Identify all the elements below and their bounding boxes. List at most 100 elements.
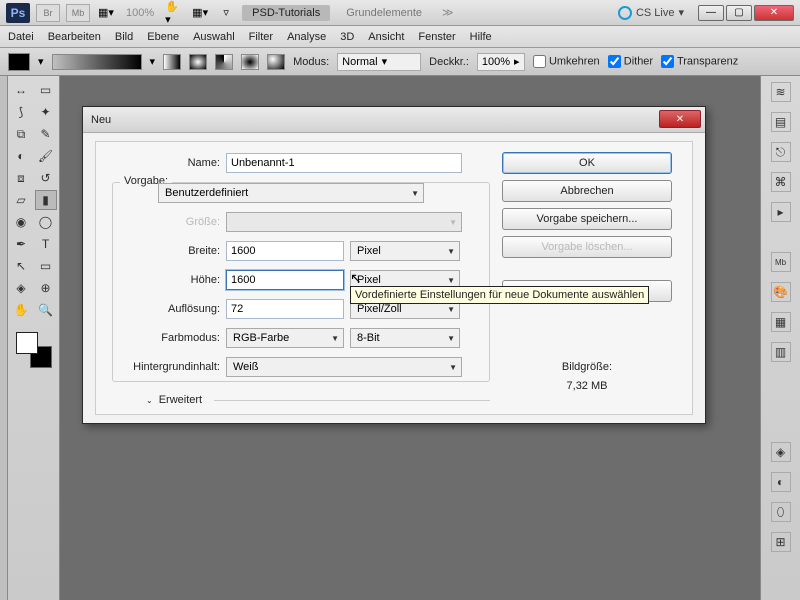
swatches-panel-icon[interactable]: ▦ [771,312,791,332]
close-button[interactable]: ✕ [754,5,794,21]
resolution-field[interactable] [226,299,344,319]
cs-live-button[interactable]: CS Live ▾ [618,6,684,20]
foreground-background-swatch[interactable] [16,332,52,368]
mb-panel-icon[interactable]: Mb [771,252,791,272]
chevron-right-icon[interactable]: ≫ [442,6,454,19]
dialog-close-button[interactable]: ✕ [659,110,701,128]
type-tool-icon[interactable]: T [35,234,57,254]
preset-select[interactable]: Benutzerdefiniert▼ [158,183,424,203]
paths-panel-icon[interactable]: ⬯ [771,502,791,522]
styles-panel-icon[interactable]: ▥ [771,342,791,362]
eraser-tool-icon[interactable]: ▱ [10,190,32,210]
diamond-gradient-icon[interactable] [267,54,285,70]
menu-auswahl[interactable]: Auswahl [193,31,235,43]
height-field[interactable] [226,270,344,290]
menu-bearbeiten[interactable]: Bearbeiten [48,31,101,43]
cancel-button[interactable]: Abbrechen [502,180,672,202]
adjustments-panel-icon[interactable]: ⊞ [771,532,791,552]
history-panel-icon[interactable]: ≋ [771,82,791,102]
photoshop-logo-icon: Ps [6,3,30,23]
minibridge-button[interactable]: Mb [66,4,90,22]
hand-icon[interactable]: ✋▾ [164,4,184,22]
menubar: Datei Bearbeiten Bild Ebene Auswahl Filt… [0,26,800,48]
workspace-tab[interactable]: Grundelemente [336,5,432,21]
move-tool-icon[interactable]: ↔ [10,80,32,100]
marquee-tool-icon[interactable]: ▭ [35,80,57,100]
brush-tool-icon[interactable]: 🖌 [35,146,57,166]
opacity-field[interactable]: 100%▸ [477,53,525,71]
minimize-button[interactable]: — [698,5,724,21]
magic-wand-tool-icon[interactable]: ✦ [35,102,57,122]
menu-filter[interactable]: Filter [249,31,273,43]
options-bar: ▾ ▾ Modus: Normal▾ Deckkr.: 100%▸ Umkehr… [0,48,800,76]
clone-stamp-tool-icon[interactable]: ⧈ [10,168,32,188]
save-preset-button[interactable]: Vorgabe speichern... [502,208,672,230]
blur-tool-icon[interactable]: ◉ [10,212,32,232]
angle-gradient-icon[interactable] [215,54,233,70]
width-label: Breite: [112,245,226,257]
ok-button[interactable]: OK [502,152,672,174]
menu-bild[interactable]: Bild [115,31,133,43]
name-field[interactable] [226,153,462,173]
background-label: Hintergrundinhalt: [112,361,226,373]
radial-gradient-icon[interactable] [189,54,207,70]
play-panel-icon[interactable]: ▸ [771,202,791,222]
linear-gradient-icon[interactable] [163,54,181,70]
zoom-level[interactable]: 100% [126,7,154,19]
reflected-gradient-icon[interactable] [241,54,259,70]
transparency-checkbox[interactable]: Transparenz [661,55,738,68]
shape-tool-icon[interactable]: ▭ [35,256,57,276]
bridge-button[interactable]: Br [36,4,60,22]
pen-tool-icon[interactable]: ✒ [10,234,32,254]
hand-tool-icon[interactable]: ✋ [10,300,32,320]
eyedropper-tool-icon[interactable]: ✎ [35,124,57,144]
3d-camera-tool-icon[interactable]: ⊕ [35,278,57,298]
colormode-select[interactable]: RGB-Farbe▼ [226,328,344,348]
advanced-toggle[interactable]: ⌄ Erweitert [146,394,490,406]
tool-preset-icon[interactable] [8,53,30,71]
menu-3d[interactable]: 3D [340,31,354,43]
menu-fenster[interactable]: Fenster [418,31,455,43]
reverse-checkbox[interactable]: Umkehren [533,55,600,68]
menu-datei[interactable]: Datei [8,31,34,43]
dialog-titlebar[interactable]: Neu ✕ [83,107,705,133]
clone-panel-icon[interactable]: ⌘ [771,172,791,192]
foreground-color[interactable] [16,332,38,354]
path-select-tool-icon[interactable]: ↖ [10,256,32,276]
brushes-panel-icon[interactable]: ⎋ [771,142,791,162]
extras-icon[interactable]: ▿ [216,4,236,22]
width-unit-select[interactable]: Pixel▼ [350,241,460,261]
tooltip: Vordefinierte Einstellungen für neue Dok… [350,286,649,304]
colordepth-select[interactable]: 8-Bit▼ [350,328,460,348]
zoom-tool-icon[interactable]: 🔍 [35,300,57,320]
blend-mode-select[interactable]: Normal▾ [337,53,421,71]
menu-ebene[interactable]: Ebene [147,31,179,43]
height-label: Höhe: [112,274,226,286]
gradient-preview[interactable] [52,54,142,70]
crop-tool-icon[interactable]: ⧉ [10,124,32,144]
collapse-handle[interactable] [0,76,8,600]
workspace-tab-active[interactable]: PSD-Tutorials [242,5,330,21]
history-brush-tool-icon[interactable]: ↺ [35,168,57,188]
actions-panel-icon[interactable]: ▤ [771,112,791,132]
healing-brush-tool-icon[interactable]: ◐ [10,146,32,166]
background-select[interactable]: Weiß▼ [226,357,462,377]
gradient-tool-icon[interactable]: ▮ [35,190,57,210]
dither-checkbox[interactable]: Dither [608,55,653,68]
menu-analyse[interactable]: Analyse [287,31,326,43]
maximize-button[interactable]: ▢ [726,5,752,21]
channels-panel-icon[interactable]: ◐ [771,472,791,492]
dialog-title: Neu [91,114,111,126]
chevron-down-icon: ⌄ [146,396,153,405]
layers-panel-icon[interactable]: ◈ [771,442,791,462]
width-field[interactable] [226,241,344,261]
colormode-label: Farbmodus: [112,332,226,344]
menu-ansicht[interactable]: Ansicht [368,31,404,43]
3d-tool-icon[interactable]: ◈ [10,278,32,298]
menu-hilfe[interactable]: Hilfe [470,31,492,43]
screen-mode-icon[interactable]: ▦▾ [96,4,116,22]
lasso-tool-icon[interactable]: ⟆ [10,102,32,122]
color-panel-icon[interactable]: 🎨 [771,282,791,302]
dodge-tool-icon[interactable]: ◯ [35,212,57,232]
arrange-docs-icon[interactable]: ▦▾ [190,4,210,22]
